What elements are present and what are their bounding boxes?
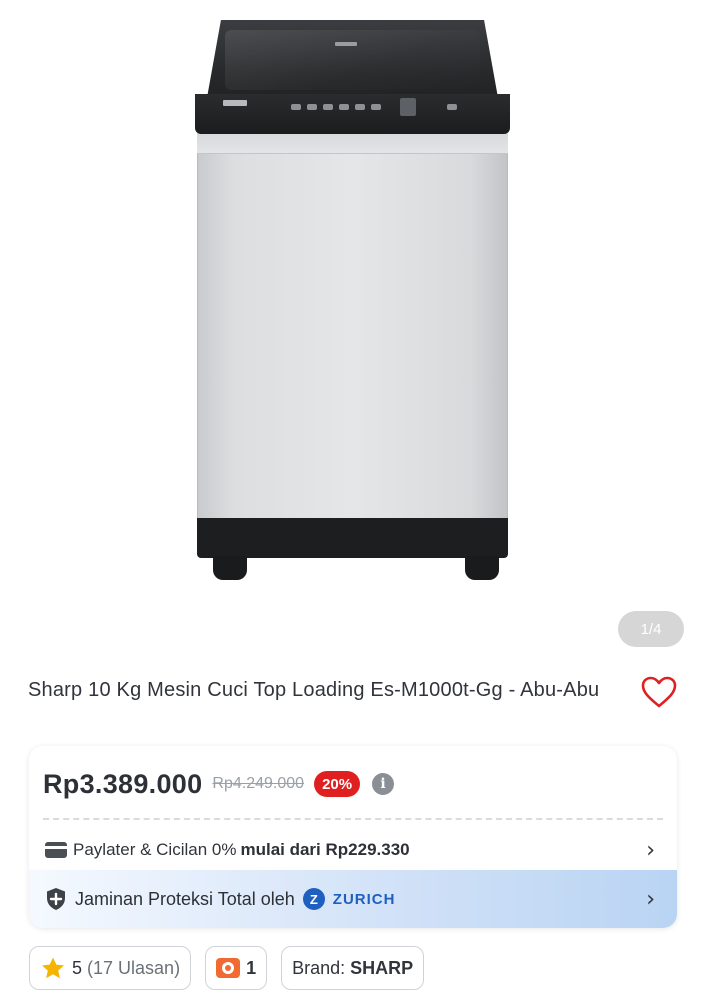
chevron-right-icon: ›: [646, 837, 655, 863]
brand-label: Brand:: [292, 957, 346, 978]
media-chip[interactable]: 1: [205, 946, 268, 990]
paylater-highlight: mulai dari Rp229.330: [240, 840, 410, 859]
washer-panel-button: [447, 104, 457, 110]
product-title: Sharp 10 Kg Mesin Cuci Top Loading Es-M1…: [28, 679, 600, 701]
washer-lid-glass: [225, 30, 480, 90]
price-card: Rp3.389.000 Rp4.249.000 20% i Paylater &…: [29, 746, 677, 928]
washer-base: [197, 518, 508, 558]
washer-panel-button: [339, 104, 349, 110]
rating-chip[interactable]: 5 (17 Ulasan): [29, 946, 192, 990]
washer-panel-button: [371, 104, 381, 110]
washer-panel-button: [291, 104, 301, 110]
dashed-divider: [43, 818, 663, 820]
paylater-row[interactable]: Paylater & Cicilan 0% mulai dari Rp229.3…: [29, 830, 677, 870]
heart-outline-icon: [641, 676, 677, 708]
star-icon: [42, 957, 64, 979]
original-price: Rp4.249.000: [212, 775, 305, 792]
washer-logo: [335, 42, 357, 46]
discount-badge: 20%: [314, 771, 361, 797]
current-price: Rp3.389.000: [43, 768, 203, 799]
protection-label: Jaminan Proteksi Total oleh: [75, 888, 295, 909]
favorite-button[interactable]: [640, 675, 678, 709]
washer-display: [400, 98, 416, 116]
washer-foot: [213, 556, 247, 580]
rating-count: (17 Ulasan): [87, 957, 181, 978]
card-icon: [45, 842, 67, 858]
washer-panel-button: [355, 104, 365, 110]
washer-panel-button: [307, 104, 317, 110]
washer-body: [197, 124, 508, 520]
info-icon[interactable]: i: [372, 773, 395, 795]
shield-plus-icon: [47, 888, 65, 910]
zurich-logo-icon: Z: [302, 888, 325, 910]
paylater-label: Paylater & Cicilan 0%: [73, 840, 237, 859]
camera-icon: [216, 958, 241, 978]
rating-value: 5: [72, 957, 83, 978]
product-image-washing-machine[interactable]: [195, 20, 510, 582]
product-chips: 5 (17 Ulasan) 1 Brand: SHARP: [29, 946, 425, 990]
protection-provider: ZURICH: [332, 890, 396, 908]
media-count: 1: [246, 957, 257, 978]
chevron-right-icon: ›: [646, 886, 655, 912]
washer-capacity-badge: [223, 100, 247, 106]
washer-panel-button: [323, 104, 333, 110]
brand-chip[interactable]: Brand: SHARP: [281, 946, 425, 990]
price-row: Rp3.389.000 Rp4.249.000 20% i: [43, 764, 395, 804]
image-counter: 1/4: [618, 611, 684, 647]
product-image-gallery[interactable]: 1/4: [0, 0, 705, 660]
protection-row[interactable]: Jaminan Proteksi Total oleh Z ZURICH ›: [29, 870, 677, 928]
brand-value: SHARP: [350, 957, 414, 978]
washer-foot: [465, 556, 499, 580]
